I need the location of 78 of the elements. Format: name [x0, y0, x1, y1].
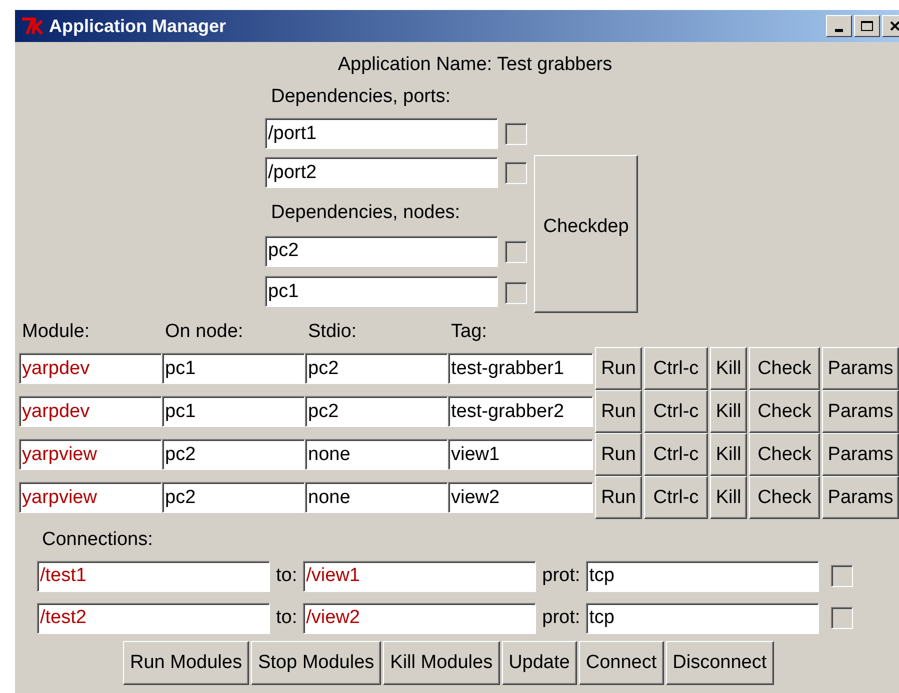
- stdio-field[interactable]: pc2: [305, 353, 448, 384]
- action-button[interactable]: Ctrl-c: [644, 476, 708, 519]
- to-field[interactable]: /view2: [303, 602, 536, 634]
- logo-icon: [21, 16, 45, 36]
- checkbox[interactable]: [831, 565, 854, 587]
- maximize-button[interactable]: [854, 15, 880, 37]
- tag-field[interactable]: test-grabber2: [448, 396, 593, 427]
- text-field[interactable]: /port1: [265, 118, 498, 149]
- from-field[interactable]: /test1: [37, 560, 270, 592]
- node-field[interactable]: pc2: [162, 439, 305, 470]
- checkbox[interactable]: [505, 162, 527, 184]
- action-button[interactable]: Kill: [710, 433, 747, 476]
- command-button[interactable]: Run Modules: [123, 641, 249, 685]
- to-label: to:: [275, 607, 298, 629]
- text-field[interactable]: pc1: [265, 276, 498, 308]
- action-button[interactable]: Check: [749, 476, 820, 519]
- text-field[interactable]: /port2: [265, 157, 498, 188]
- action-button[interactable]: Run: [595, 433, 642, 476]
- protocol-label: prot:: [541, 607, 582, 629]
- action-button[interactable]: Ctrl-c: [644, 433, 708, 476]
- text-field[interactable]: pc2: [265, 236, 498, 266]
- command-button[interactable]: Disconnect: [666, 641, 774, 685]
- action-button[interactable]: Ctrl-c: [644, 390, 708, 433]
- action-button[interactable]: Params: [822, 433, 899, 476]
- ports-label: Dependencies, ports:: [271, 86, 451, 107]
- protocol-field[interactable]: tcp: [586, 560, 820, 592]
- checkbox[interactable]: [831, 607, 854, 629]
- module-field[interactable]: yarpdev: [19, 396, 162, 427]
- action-button[interactable]: Kill: [710, 476, 747, 519]
- protocol-label: prot:: [541, 565, 582, 587]
- module-field[interactable]: yarpview: [19, 439, 162, 470]
- action-button[interactable]: Params: [822, 390, 899, 433]
- stdio-field[interactable]: pc2: [305, 396, 448, 427]
- action-button[interactable]: Check: [749, 347, 820, 390]
- column-header: On node:: [165, 321, 244, 343]
- node-field[interactable]: pc2: [162, 482, 305, 513]
- column-header: Tag:: [451, 321, 488, 343]
- command-button[interactable]: Connect: [578, 641, 664, 685]
- action-button[interactable]: Run: [595, 347, 642, 390]
- action-button[interactable]: Check: [749, 433, 820, 476]
- action-button[interactable]: Check: [749, 390, 820, 433]
- to-label: to:: [275, 565, 298, 587]
- checkbox[interactable]: [505, 282, 527, 304]
- column-header: Stdio:: [308, 321, 358, 343]
- command-button[interactable]: Kill Modules: [383, 641, 500, 685]
- connections-label: Connections:: [42, 529, 153, 550]
- maximize-icon: [860, 20, 874, 32]
- application-name: Application Name: Test grabbers: [338, 54, 612, 75]
- action-button[interactable]: Ctrl-c: [644, 347, 708, 390]
- action-button[interactable]: Params: [822, 476, 899, 519]
- column-header: Module:: [22, 321, 91, 343]
- action-button[interactable]: Params: [822, 347, 899, 390]
- tag-field[interactable]: view2: [448, 482, 593, 513]
- command-button[interactable]: Update: [502, 641, 577, 685]
- tag-field[interactable]: test-grabber1: [448, 353, 593, 384]
- action-button[interactable]: Kill: [710, 390, 747, 433]
- action-button[interactable]: Run: [595, 476, 642, 519]
- stdio-field[interactable]: none: [305, 482, 448, 513]
- tag-field[interactable]: view1: [448, 439, 593, 470]
- command-button[interactable]: Stop Modules: [250, 641, 382, 685]
- minimize-button[interactable]: [826, 15, 852, 37]
- minimize-icon: [835, 29, 843, 32]
- node-field[interactable]: pc1: [162, 396, 305, 427]
- to-field[interactable]: /view1: [303, 560, 536, 592]
- action-button[interactable]: Kill: [710, 347, 747, 390]
- checkbox[interactable]: [505, 240, 527, 263]
- stdio-field[interactable]: none: [305, 439, 448, 470]
- checkbox[interactable]: [505, 122, 527, 144]
- checkdep-button[interactable]: Checkdep: [534, 155, 638, 313]
- module-field[interactable]: yarpdev: [19, 353, 162, 384]
- window-title: Application Manager: [49, 16, 228, 36]
- action-button[interactable]: Run: [595, 390, 642, 433]
- from-field[interactable]: /test2: [37, 602, 270, 634]
- nodes-label: Dependencies, nodes:: [271, 202, 460, 223]
- protocol-field[interactable]: tcp: [586, 602, 820, 634]
- close-icon: [889, 20, 899, 32]
- module-field[interactable]: yarpview: [19, 482, 162, 513]
- node-field[interactable]: pc1: [162, 353, 305, 384]
